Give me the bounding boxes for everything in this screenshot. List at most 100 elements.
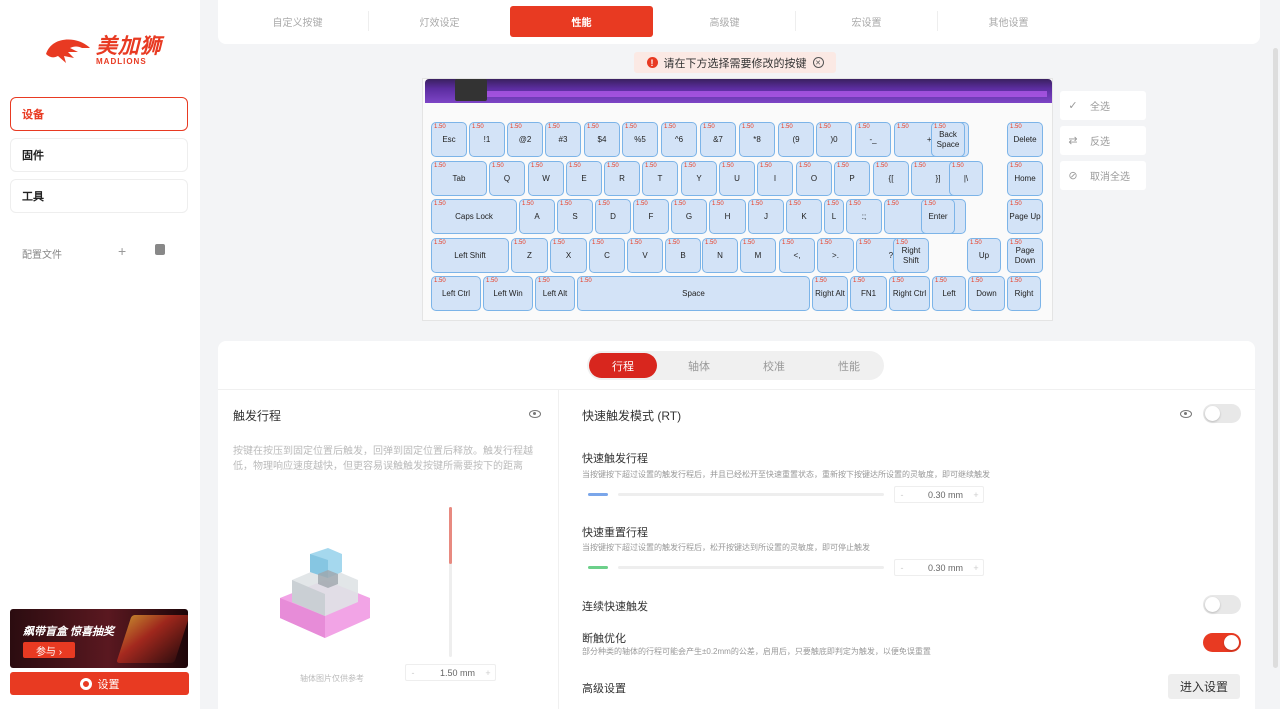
key-s[interactable]: 1.50 S	[557, 199, 593, 234]
enter-settings-button[interactable]: 进入设置	[1168, 674, 1240, 699]
key-back-space[interactable]: 1.50 Back Space	[931, 122, 965, 157]
key-h[interactable]: 1.50 H	[709, 199, 746, 234]
key-i[interactable]: 1.50 I	[757, 161, 793, 196]
key-j[interactable]: 1.50 J	[748, 199, 784, 234]
key-left-ctrl[interactable]: 1.50 Left Ctrl	[431, 276, 481, 311]
key-f[interactable]: 1.50 F	[633, 199, 669, 234]
key-up[interactable]: 1.50 Up	[967, 238, 1001, 273]
key-l[interactable]: 1.50 L	[824, 199, 844, 234]
tab-calibration[interactable]: 校准	[740, 353, 808, 378]
key-[interactable]: 1.50 >.	[817, 238, 854, 273]
key-k[interactable]: 1.50 K	[786, 199, 822, 234]
key-n[interactable]: 1.50 N	[702, 238, 738, 273]
increment-button[interactable]: +	[481, 668, 495, 678]
promo-join-button[interactable]: 参与 ›	[23, 642, 75, 658]
key-5[interactable]: 1.50 %5	[622, 122, 658, 157]
key-m[interactable]: 1.50 M	[740, 238, 776, 273]
actuation-stepper[interactable]: - 1.50 mm +	[405, 664, 496, 681]
key-2[interactable]: 1.50 @2	[507, 122, 543, 157]
key-space[interactable]: 1.50 Space	[577, 276, 810, 311]
key-b[interactable]: 1.50 B	[665, 238, 701, 273]
select-all-button[interactable]: ✓ 全选	[1060, 91, 1146, 120]
key-0[interactable]: 1.50)0	[816, 122, 852, 157]
key-1[interactable]: 1.50 !1	[469, 122, 505, 157]
tab-performance[interactable]: 性能	[510, 6, 653, 37]
key-z[interactable]: 1.50 Z	[511, 238, 548, 273]
sidebar-item-device[interactable]: 设备	[10, 97, 188, 131]
decrement-button[interactable]: -	[406, 668, 420, 678]
key-right-shift[interactable]: 1.50 Right Shift	[893, 238, 929, 273]
key-esc[interactable]: 1.50 Esc	[431, 122, 467, 157]
key-u[interactable]: 1.50 U	[719, 161, 755, 196]
key-v[interactable]: 1.50 V	[627, 238, 663, 273]
key-[interactable]: 1.50 |\	[949, 161, 983, 196]
key-enter[interactable]: 1.50 Enter	[921, 199, 955, 234]
key-[interactable]: 1.50 <,	[779, 238, 815, 273]
sidebar-item-firmware[interactable]: 固件	[10, 138, 188, 172]
key-q[interactable]: 1.50 Q	[489, 161, 525, 196]
increment-button[interactable]: +	[969, 490, 983, 500]
increment-button[interactable]: +	[969, 563, 983, 573]
key-left[interactable]: 1.50 Left	[932, 276, 966, 311]
key-tab[interactable]: 1.50 Tab	[431, 161, 487, 196]
tab-macro[interactable]: 宏设置	[795, 6, 938, 37]
key-y[interactable]: 1.50 Y	[681, 161, 717, 196]
rt-press-slider[interactable]	[618, 493, 884, 496]
key-down[interactable]: 1.50 Down	[968, 276, 1005, 311]
promo-banner[interactable]: 飙带盲盒 惊喜抽奖 参与 ›	[10, 609, 188, 668]
tab-lighting[interactable]: 灯效设定	[368, 6, 511, 37]
add-config-button[interactable]: +	[118, 243, 126, 259]
key-[interactable]: 1.50{[	[873, 161, 909, 196]
key-left-alt[interactable]: 1.50 Left Alt	[535, 276, 575, 311]
invert-selection-button[interactable]: ⇄ 反选	[1060, 126, 1146, 155]
key-g[interactable]: 1.50 G	[671, 199, 707, 234]
key-4[interactable]: 1.50 $4	[584, 122, 620, 157]
key-left-win[interactable]: 1.50 Left Win	[483, 276, 533, 311]
decrement-button[interactable]: -	[895, 490, 909, 500]
key-right-ctrl[interactable]: 1.50 Right Ctrl	[889, 276, 930, 311]
key-7[interactable]: 1.50 &7	[700, 122, 736, 157]
key-right[interactable]: 1.50 Right	[1007, 276, 1041, 311]
tab-switch[interactable]: 轴体	[665, 353, 733, 378]
key-page-down[interactable]: 1.50 Page Down	[1007, 238, 1043, 273]
tab-advanced-keys[interactable]: 高级键	[653, 6, 796, 37]
tab-travel[interactable]: 行程	[589, 353, 657, 378]
continuous-rt-toggle[interactable]	[1203, 595, 1241, 614]
key-d[interactable]: 1.50 D	[595, 199, 631, 234]
key-caps-lock[interactable]: 1.50 Caps Lock	[431, 199, 517, 234]
key-[interactable]: 1.50:;	[846, 199, 882, 234]
key-3[interactable]: 1.50 #3	[545, 122, 581, 157]
key-c[interactable]: 1.50 C	[589, 238, 625, 273]
key-9[interactable]: 1.50 (9	[778, 122, 814, 157]
tab-custom-keys[interactable]: 自定义按键	[226, 6, 369, 37]
key-o[interactable]: 1.50 O	[796, 161, 832, 196]
key-8[interactable]: 1.50 *8	[739, 122, 775, 157]
key-delete[interactable]: 1.50 Delete	[1007, 122, 1043, 157]
key-fn1[interactable]: 1.50 FN1	[850, 276, 887, 311]
tab-other-settings[interactable]: 其他设置	[937, 6, 1080, 37]
deselect-all-button[interactable]: ⊘ 取消全选	[1060, 161, 1146, 190]
key-t[interactable]: 1.50 T	[642, 161, 678, 196]
rt-press-stepper[interactable]: - 0.30 mm +	[894, 486, 984, 503]
bottom-out-toggle[interactable]	[1203, 633, 1241, 652]
key-r[interactable]: 1.50 R	[604, 161, 640, 196]
key-a[interactable]: 1.50 A	[519, 199, 555, 234]
rt-release-stepper[interactable]: - 0.30 mm +	[894, 559, 984, 576]
decrement-button[interactable]: -	[895, 563, 909, 573]
key-e[interactable]: 1.50 E	[566, 161, 602, 196]
key-page-up[interactable]: 1.50 Page Up	[1007, 199, 1043, 234]
actuation-slider[interactable]	[449, 507, 452, 657]
key-p[interactable]: 1.50 P	[834, 161, 870, 196]
key-right-alt[interactable]: 1.50 Right Alt	[812, 276, 848, 311]
scrollbar[interactable]	[1273, 48, 1278, 668]
settings-button[interactable]: 设置	[10, 672, 189, 695]
rt-release-slider[interactable]	[618, 566, 884, 569]
key-6[interactable]: 1.50 ^6	[661, 122, 697, 157]
tab-perf[interactable]: 性能	[815, 353, 883, 378]
rt-toggle[interactable]	[1203, 404, 1241, 423]
close-icon[interactable]: ✕	[812, 57, 824, 68]
key-home[interactable]: 1.50 Home	[1007, 161, 1043, 196]
archive-icon[interactable]	[155, 244, 165, 255]
key-x[interactable]: 1.50 X	[550, 238, 587, 273]
key-w[interactable]: 1.50 W	[528, 161, 564, 196]
